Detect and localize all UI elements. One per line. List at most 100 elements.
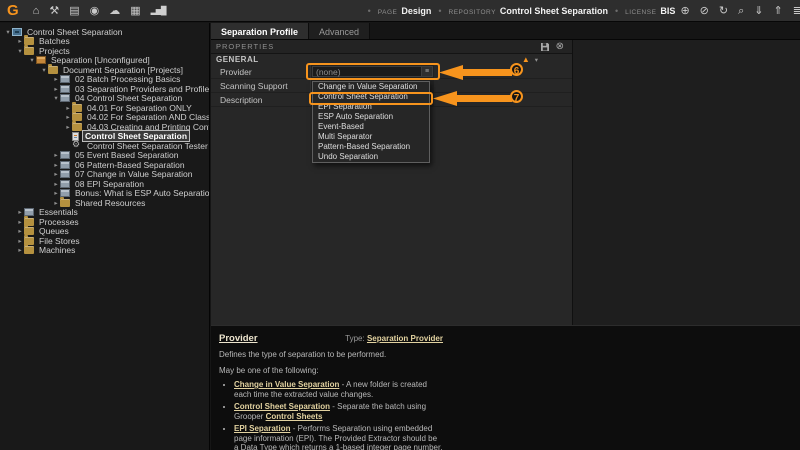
expander-icon[interactable]: ▸ bbox=[52, 170, 60, 178]
root-icon bbox=[12, 28, 22, 36]
help-link[interactable]: Control Sheet Separation bbox=[234, 402, 330, 411]
expander-icon[interactable]: ▸ bbox=[16, 37, 24, 45]
search-icon[interactable]: ⌕ bbox=[738, 1, 744, 21]
tree-node[interactable]: ▸ Bonus: What is ESP Auto Separation? bbox=[0, 189, 209, 199]
breadcrumb-value[interactable]: BIS bbox=[660, 6, 675, 16]
refresh-icon[interactable]: ↻ bbox=[719, 1, 728, 21]
disabled-icon[interactable]: ⊘ bbox=[700, 1, 709, 21]
tree-node[interactable]: Control Sheet Separation Tester bbox=[0, 141, 209, 151]
tree-node[interactable]: ▸ 07 Change in Value Separation bbox=[0, 170, 209, 180]
provider-field[interactable]: (none) ≡ bbox=[312, 66, 433, 77]
tree-node[interactable]: ▸ Batches bbox=[0, 37, 209, 47]
upload-icon[interactable]: ⇑ bbox=[773, 1, 782, 21]
tree-node-label: 04.01 For Separation ONLY bbox=[85, 103, 194, 113]
grooper-logo-icon[interactable]: G bbox=[0, 2, 28, 19]
breadcrumb-value[interactable]: Control Sheet Separation bbox=[500, 6, 608, 16]
tab[interactable]: Advanced bbox=[309, 23, 370, 39]
expander-icon[interactable]: ▸ bbox=[16, 237, 24, 245]
folder-icon bbox=[72, 123, 82, 131]
tree-node[interactable]: ▸ 08 EPI Separation bbox=[0, 179, 209, 189]
expander-icon[interactable]: ▾ bbox=[52, 94, 60, 102]
tree-node-label: Machines bbox=[37, 245, 77, 255]
expander-icon[interactable]: ▸ bbox=[64, 104, 72, 112]
expander-icon[interactable]: ▸ bbox=[52, 189, 60, 197]
expander-icon[interactable]: ▸ bbox=[52, 161, 60, 169]
navigation-tree: ▾ Control Sheet Separation ▸ Batches ▾ P… bbox=[0, 23, 210, 450]
camera-icon[interactable]: ◉ bbox=[90, 1, 100, 21]
expander-icon[interactable]: ▸ bbox=[52, 85, 60, 93]
expander-icon[interactable]: ▸ bbox=[64, 113, 72, 121]
dropdown-option[interactable]: Pattern-Based Separation bbox=[313, 142, 429, 152]
dropdown-option[interactable]: EPI Separation bbox=[313, 102, 429, 112]
apps-icon[interactable]: ▦ bbox=[130, 1, 140, 21]
tree-node[interactable]: ▸ Machines bbox=[0, 246, 209, 256]
tree-node[interactable]: ▸ 05 Event Based Separation bbox=[0, 151, 209, 161]
tree-node[interactable]: ▸ Processes bbox=[0, 217, 209, 227]
database-icon[interactable]: ≣ bbox=[793, 1, 800, 21]
dropdown-option[interactable]: Undo Separation bbox=[313, 152, 429, 162]
tree-node-label: 02 Batch Processing Basics bbox=[73, 74, 182, 84]
section-general[interactable]: GENERAL ▲ ▾ bbox=[211, 54, 572, 65]
expander-icon[interactable]: ▸ bbox=[52, 151, 60, 159]
dropdown-option[interactable]: Multi Separator bbox=[313, 132, 429, 142]
expander-icon[interactable]: ▾ bbox=[16, 47, 24, 55]
cube-orange-icon bbox=[36, 56, 46, 64]
expander-icon[interactable]: ▸ bbox=[16, 246, 24, 254]
tree-node[interactable]: ▸ 04.01 For Separation ONLY bbox=[0, 103, 209, 113]
help-link[interactable]: Change in Value Separation bbox=[234, 380, 339, 389]
dropdown-button-icon[interactable]: ≡ bbox=[421, 67, 432, 76]
stats-icon[interactable]: ▂▅█ bbox=[151, 1, 166, 21]
help-link[interactable]: EPI Separation bbox=[234, 424, 290, 433]
tree-node[interactable]: ▸ 03 Separation Providers and Profiles bbox=[0, 84, 209, 94]
tree-node[interactable]: ▾ Control Sheet Separation bbox=[0, 27, 209, 37]
expander-icon[interactable]: ▾ bbox=[40, 66, 48, 74]
expander-icon[interactable]: ▸ bbox=[16, 227, 24, 235]
breadcrumb-label: PAGE bbox=[378, 9, 398, 16]
tree-node[interactable]: ▸ Queues bbox=[0, 227, 209, 237]
tree-node[interactable]: ▸ 06 Pattern-Based Separation bbox=[0, 160, 209, 170]
tree-node[interactable]: ▾ Projects bbox=[0, 46, 209, 56]
tree-node[interactable]: ▸ 02 Batch Processing Basics bbox=[0, 75, 209, 85]
expander-icon[interactable]: ▸ bbox=[16, 208, 24, 216]
tree-node[interactable]: ▸ Essentials bbox=[0, 208, 209, 218]
library-icon[interactable]: ▤ bbox=[69, 1, 79, 21]
save-icon[interactable] bbox=[540, 42, 550, 52]
help-intro: Defines the type of separation to be per… bbox=[219, 350, 443, 360]
home-icon[interactable]: ⌂ bbox=[33, 1, 40, 21]
dropdown-option[interactable]: Change in Value Separation bbox=[313, 82, 429, 92]
provider-value: (none) bbox=[316, 67, 341, 77]
add-icon[interactable]: ⊕ bbox=[680, 1, 689, 21]
breadcrumb-value[interactable]: Design bbox=[401, 6, 431, 16]
toolbar-right-icons: ⊕⊘↻⌕⇓⇑≣? bbox=[675, 1, 800, 21]
expander-icon[interactable]: ▸ bbox=[52, 180, 60, 188]
tab[interactable]: Separation Profile bbox=[211, 23, 309, 39]
tree-node[interactable]: ▸ File Stores bbox=[0, 236, 209, 246]
expander-icon[interactable]: ▸ bbox=[16, 218, 24, 226]
tree-node[interactable]: ▸ Shared Resources bbox=[0, 198, 209, 208]
tree-node[interactable]: ▸ 04.02 For Separation AND Classificatio… bbox=[0, 113, 209, 123]
dropdown-option[interactable]: ESP Auto Separation bbox=[313, 112, 429, 122]
tree-node[interactable]: Control Sheet Separation bbox=[0, 132, 209, 142]
dropdown-option[interactable]: Event-Based bbox=[313, 122, 429, 132]
help-title-link[interactable]: Provider bbox=[219, 333, 258, 344]
dropdown-option[interactable]: Control Sheet Separation bbox=[313, 92, 429, 102]
tree-node-label: Processes bbox=[37, 217, 81, 227]
close-icon[interactable]: ⊗ bbox=[556, 41, 564, 53]
help-link[interactable]: Control Sheets bbox=[266, 412, 323, 421]
tools-icon[interactable]: ⚒ bbox=[49, 1, 59, 21]
tree-node[interactable]: ▾ Document Separation [Projects] bbox=[0, 65, 209, 75]
expander-icon[interactable]: ▾ bbox=[4, 28, 12, 36]
tree-node-label: 03 Separation Providers and Profiles bbox=[73, 84, 210, 94]
tree-node[interactable]: ▾ Separation [Unconfigured] bbox=[0, 56, 209, 66]
expander-icon[interactable]: ▸ bbox=[52, 75, 60, 83]
provider-dropdown: Change in Value SeparationControl Sheet … bbox=[312, 81, 430, 163]
cloud-icon[interactable]: ☁ bbox=[109, 1, 120, 21]
tree-node[interactable]: ▾ 04 Control Sheet Separation bbox=[0, 94, 209, 104]
help-type-link[interactable]: Separation Provider bbox=[367, 334, 443, 343]
collapse-caret-icon[interactable]: ▾ bbox=[535, 56, 538, 64]
download-icon[interactable]: ⇓ bbox=[754, 1, 763, 21]
expander-icon[interactable]: ▸ bbox=[52, 199, 60, 207]
expander-icon[interactable]: ▾ bbox=[28, 56, 36, 64]
help-type: Type: Separation Provider bbox=[345, 334, 443, 343]
expander-icon[interactable]: ▸ bbox=[64, 123, 72, 131]
